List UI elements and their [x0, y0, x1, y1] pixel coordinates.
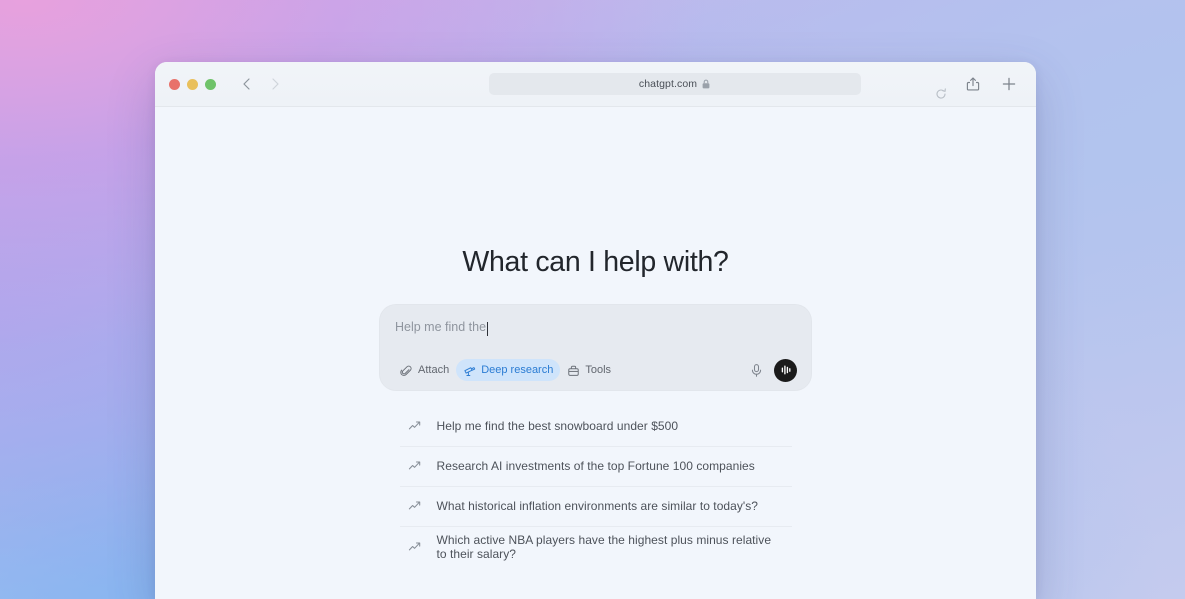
text-caret	[487, 321, 489, 336]
voice-waveform-icon	[779, 363, 793, 377]
tools-button[interactable]: Tools	[560, 359, 618, 381]
suggestion-list: Help me find the best snowboard under $5…	[399, 407, 792, 567]
suggestion-label: Research AI investments of the top Fortu…	[436, 459, 755, 473]
suggestion-label: Which active NBA players have the highes…	[436, 532, 772, 561]
back-chevron-icon[interactable]	[238, 75, 256, 93]
tools-label: Tools	[585, 364, 612, 376]
composer-toolbar: Attach Deep research Tools	[393, 358, 798, 382]
trending-up-icon	[408, 419, 422, 433]
suggestion-item-inflation[interactable]: What historical inflation environments a…	[399, 487, 792, 527]
microphone-icon[interactable]	[748, 362, 765, 379]
minimize-window-button[interactable]	[187, 78, 198, 90]
trending-up-icon	[408, 459, 422, 473]
toolbar-right-actions	[964, 75, 1022, 93]
deep-research-button[interactable]: Deep research	[456, 359, 561, 381]
page-title: What can I help with?	[462, 246, 729, 278]
suggestion-item-nba[interactable]: Which active NBA players have the highes…	[400, 527, 792, 567]
composer-input-row: Help me find the	[393, 318, 798, 338]
reload-spinner-icon[interactable]	[935, 88, 947, 100]
composer-input[interactable]: Help me find the	[395, 321, 486, 334]
maximize-window-button[interactable]	[205, 78, 216, 90]
attach-label: Attach	[418, 364, 450, 376]
browser-toolbar: chatgpt.com	[155, 62, 1036, 107]
address-bar-container: chatgpt.com	[409, 73, 940, 95]
share-icon[interactable]	[964, 75, 982, 93]
suggestion-item-ai-investments[interactable]: Research AI investments of the top Fortu…	[399, 447, 792, 487]
forward-chevron-icon[interactable]	[266, 75, 284, 93]
url-text: chatgpt.com	[638, 78, 698, 90]
plus-icon[interactable]	[1000, 75, 1018, 93]
page-content: What can I help with? Help me find the A…	[155, 107, 1036, 599]
trending-up-icon	[408, 540, 422, 554]
address-bar[interactable]: chatgpt.com	[488, 73, 861, 95]
deep-research-label: Deep research	[481, 364, 554, 376]
navigation-arrows	[238, 75, 284, 93]
window-controls	[169, 78, 216, 90]
browser-window: chatgpt.com What can I help with? Help m…	[155, 62, 1036, 599]
telescope-icon	[463, 364, 476, 377]
toolbox-icon	[567, 364, 580, 377]
lock-icon	[702, 79, 710, 89]
suggestion-label: What historical inflation environments a…	[436, 499, 759, 513]
trending-up-icon	[408, 499, 422, 513]
suggestion-item-snowboard[interactable]: Help me find the best snowboard under $5…	[399, 407, 792, 447]
attach-button[interactable]: Attach	[393, 359, 456, 381]
paperclip-icon	[400, 364, 413, 377]
composer-right-actions	[748, 358, 798, 382]
suggestion-label: Help me find the best snowboard under $5…	[436, 419, 679, 433]
voice-mode-button[interactable]	[774, 358, 797, 382]
desktop-wallpaper: chatgpt.com What can I help with? Help m…	[0, 0, 1185, 599]
message-composer[interactable]: Help me find the Attach Deep research To…	[379, 303, 812, 391]
close-window-button[interactable]	[169, 78, 180, 90]
